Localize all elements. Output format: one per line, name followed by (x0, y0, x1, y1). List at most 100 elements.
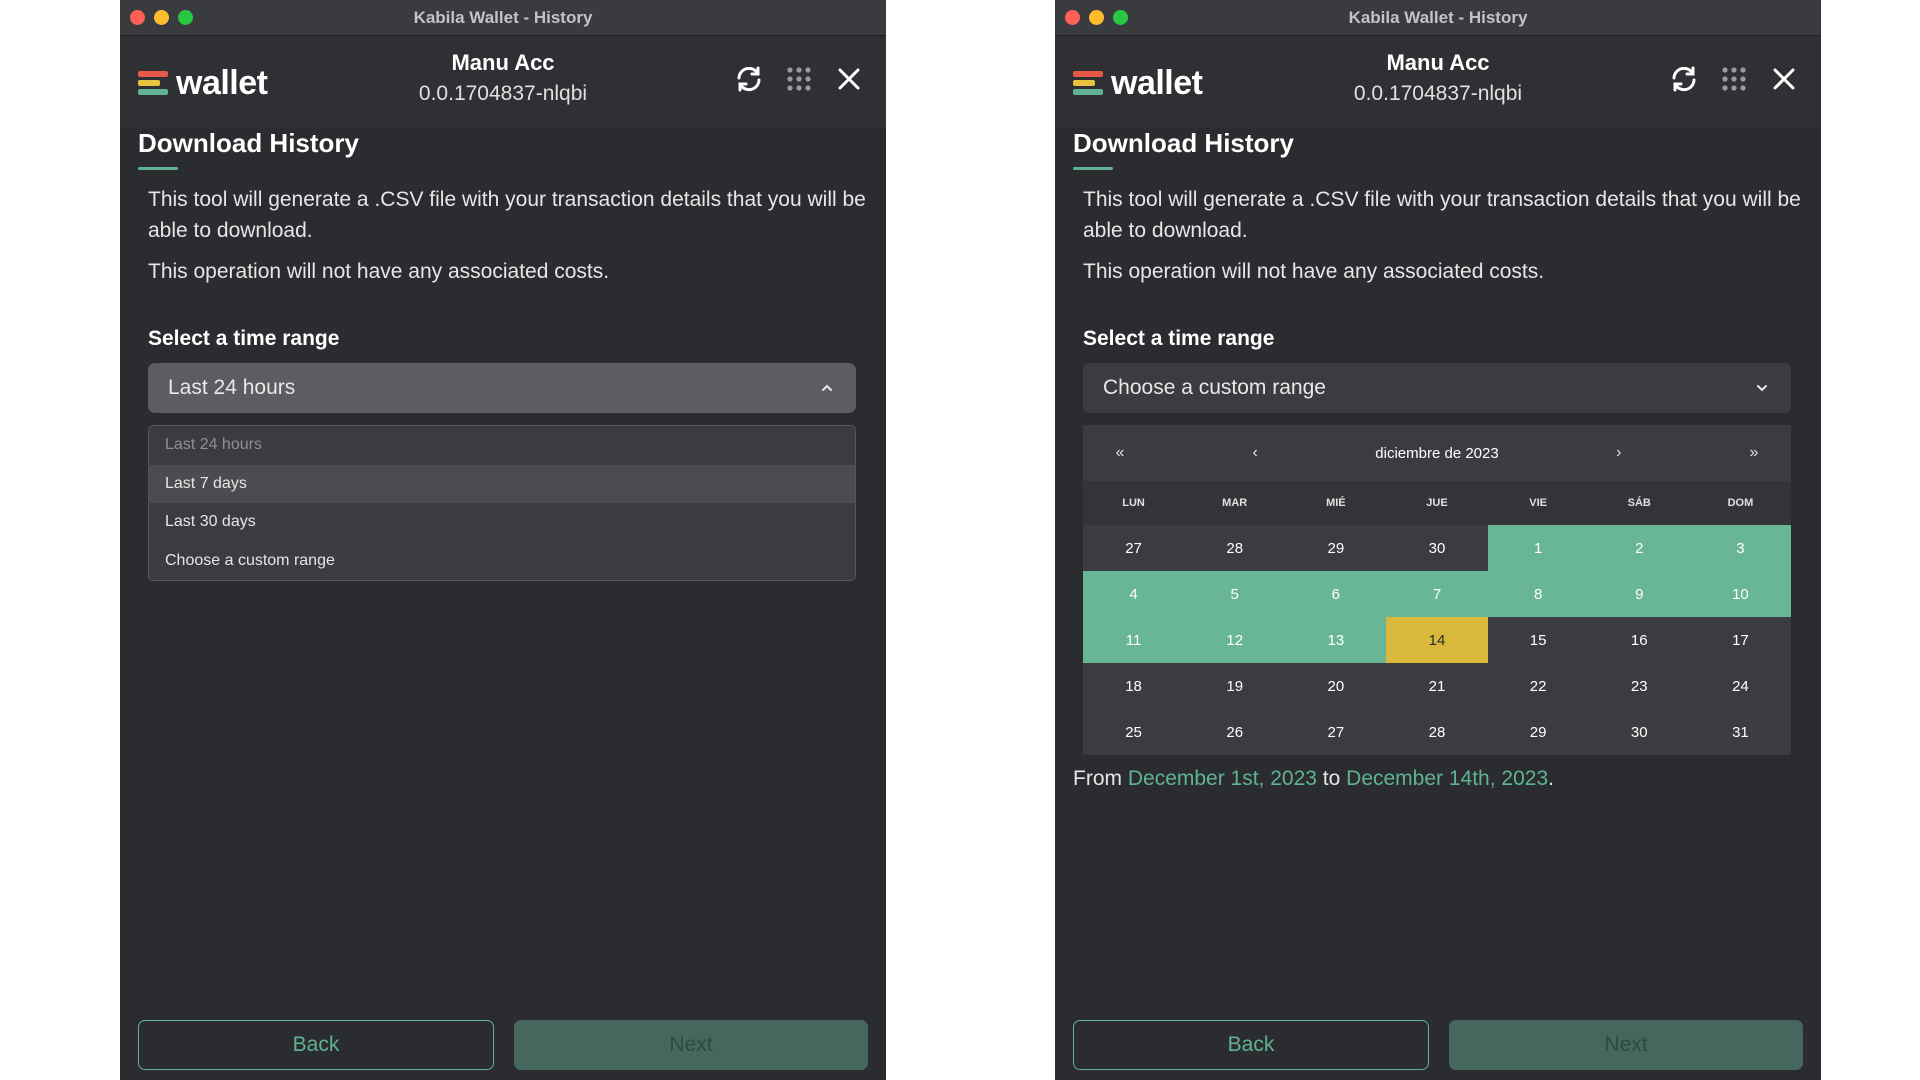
calendar-day[interactable]: 24 (1689, 663, 1791, 709)
calendar-day[interactable]: 20 (1285, 663, 1387, 709)
range-summary: From December 1st, 2023 to December 14th… (1073, 767, 1803, 791)
close-window-icon[interactable] (1065, 10, 1080, 25)
calendar-day[interactable]: 13 (1285, 617, 1387, 663)
window-title: Kabila Wallet - History (413, 7, 593, 27)
refresh-icon[interactable] (1669, 64, 1699, 94)
calendar-day[interactable]: 1 (1487, 525, 1589, 571)
next-year-button[interactable]: » (1739, 444, 1769, 462)
time-range-label: Select a time range (148, 327, 340, 350)
chevron-down-icon (1757, 385, 1767, 392)
main-content: Download History This tool will generate… (1073, 128, 1803, 791)
calendar-day[interactable]: 30 (1588, 709, 1690, 755)
prev-year-button[interactable]: « (1105, 444, 1135, 462)
chevron-up-icon (822, 384, 832, 391)
range-end-date: December 14th, 2023 (1346, 767, 1549, 790)
calendar-day[interactable]: 27 (1083, 525, 1185, 571)
calendar-day[interactable]: 2 (1588, 525, 1690, 571)
calendar-day[interactable]: 17 (1689, 617, 1791, 663)
maximize-window-icon[interactable] (1113, 10, 1128, 25)
back-button[interactable]: Back (1073, 1020, 1429, 1070)
footer-actions: Back Next (138, 1020, 868, 1070)
next-button[interactable]: Next (514, 1020, 868, 1070)
calendar-day[interactable]: 8 (1487, 571, 1589, 617)
time-range-select[interactable]: Choose a custom range (1083, 363, 1791, 413)
calendar-day[interactable]: 18 (1083, 663, 1185, 709)
calendar-day[interactable]: 29 (1285, 525, 1387, 571)
calendar-day[interactable]: 23 (1588, 663, 1690, 709)
next-button[interactable]: Next (1449, 1020, 1803, 1070)
range-to-label: to (1322, 767, 1341, 790)
calendar-day[interactable]: 30 (1386, 525, 1488, 571)
range-suffix: . (1548, 767, 1554, 790)
option-last-24-hours: Last 24 hours (165, 436, 262, 453)
calendar-day[interactable]: 16 (1588, 617, 1690, 663)
calendar-day[interactable]: 26 (1184, 709, 1286, 755)
calendar-day[interactable]: 7 (1386, 571, 1488, 617)
prev-month-button[interactable]: ‹ (1240, 444, 1270, 462)
calendar-day[interactable]: 27 (1285, 709, 1387, 755)
calendar-day[interactable]: 25 (1083, 709, 1185, 755)
refresh-icon[interactable] (734, 64, 764, 94)
calendar-day[interactable]: 29 (1487, 709, 1589, 755)
calendar-day[interactable]: 31 (1689, 709, 1791, 755)
calendar-day[interactable]: 28 (1386, 709, 1488, 755)
calendar-day[interactable]: 9 (1588, 571, 1690, 617)
footer-actions: Back Next (1073, 1020, 1803, 1070)
calendar-body: LUN MAR MIÉ JUE VIE SÁB DOM 27 28 29 30 1 2 3 4 5 6 7 8 9 1… (1083, 481, 1791, 755)
calendar-day[interactable]: 21 (1386, 663, 1488, 709)
close-icon[interactable] (834, 64, 864, 94)
app-header: wallet Manu Acc 0.0.1704837-nlqbi (120, 36, 886, 128)
calendar-day[interactable]: 10 (1689, 571, 1791, 617)
traffic-lights (130, 10, 193, 25)
page-title: Download History (1073, 128, 1295, 158)
next-month-button[interactable]: › (1604, 444, 1634, 462)
minimize-window-icon[interactable] (1089, 10, 1104, 25)
description-text: This tool will generate a .CSV file with… (1083, 188, 1801, 242)
maximize-window-icon[interactable] (178, 10, 193, 25)
calendar-day[interactable]: 19 (1184, 663, 1286, 709)
option-custom-range[interactable]: Choose a custom range (149, 542, 855, 581)
minimize-window-icon[interactable] (154, 10, 169, 25)
main-content: Download History This tool will generate… (138, 128, 868, 581)
cost-note: This operation will not have any associa… (148, 260, 610, 283)
time-range-select[interactable]: Last 24 hours (148, 363, 856, 413)
selected-value: Choose a custom range (1103, 376, 1326, 399)
apps-grid-icon[interactable] (1719, 64, 1749, 94)
calendar-day[interactable]: 15 (1487, 617, 1589, 663)
weekday-label: DOM (1727, 497, 1754, 509)
page-title: Download History (138, 128, 360, 158)
calendar-day[interactable]: 5 (1184, 571, 1286, 617)
time-range-dropdown: Last 24 hours Last 7 days Last 30 days C… (148, 425, 856, 581)
app-header: wallet Manu Acc 0.0.1704837-nlqbi (1055, 36, 1821, 128)
title-underline (138, 167, 178, 170)
calendar-month-label[interactable]: diciembre de 2023 (1375, 445, 1498, 462)
calendar-day[interactable]: 14 (1386, 617, 1488, 663)
back-button[interactable]: Back (138, 1020, 494, 1070)
calendar-day[interactable]: 4 (1083, 571, 1185, 617)
calendar-day[interactable]: 12 (1184, 617, 1286, 663)
range-start-date: December 1st, 2023 (1127, 767, 1317, 790)
weekday-label: VIE (1529, 497, 1547, 509)
title-underline (1073, 167, 1113, 170)
weekday-label: LUN (1122, 497, 1145, 509)
cost-note: This operation will not have any associa… (1083, 260, 1545, 283)
traffic-lights (1065, 10, 1128, 25)
option-last-30-days[interactable]: Last 30 days (149, 503, 855, 542)
calendar-day[interactable]: 28 (1184, 525, 1286, 571)
date-range-calendar: « ‹ diciembre de 2023 › » LUN MAR MIÉ JUE VI… (1083, 425, 1791, 755)
weekday-label: MIÉ (1326, 497, 1346, 509)
calendar-day[interactable]: 11 (1083, 617, 1185, 663)
close-window-icon[interactable] (130, 10, 145, 25)
close-icon[interactable] (1769, 64, 1799, 94)
header-actions (734, 64, 864, 94)
calendar-day[interactable]: 6 (1285, 571, 1387, 617)
title-bar: Kabila Wallet - History (120, 0, 886, 36)
apps-grid-icon[interactable] (784, 64, 814, 94)
calendar-day[interactable]: 3 (1689, 525, 1791, 571)
range-from-label: From (1073, 767, 1122, 790)
option-last-7-days[interactable]: Last 7 days (149, 464, 855, 503)
header-actions (1669, 64, 1799, 94)
calendar-day[interactable]: 22 (1487, 663, 1589, 709)
time-range-label: Select a time range (1083, 327, 1275, 350)
window-title: Kabila Wallet - History (1348, 7, 1528, 27)
